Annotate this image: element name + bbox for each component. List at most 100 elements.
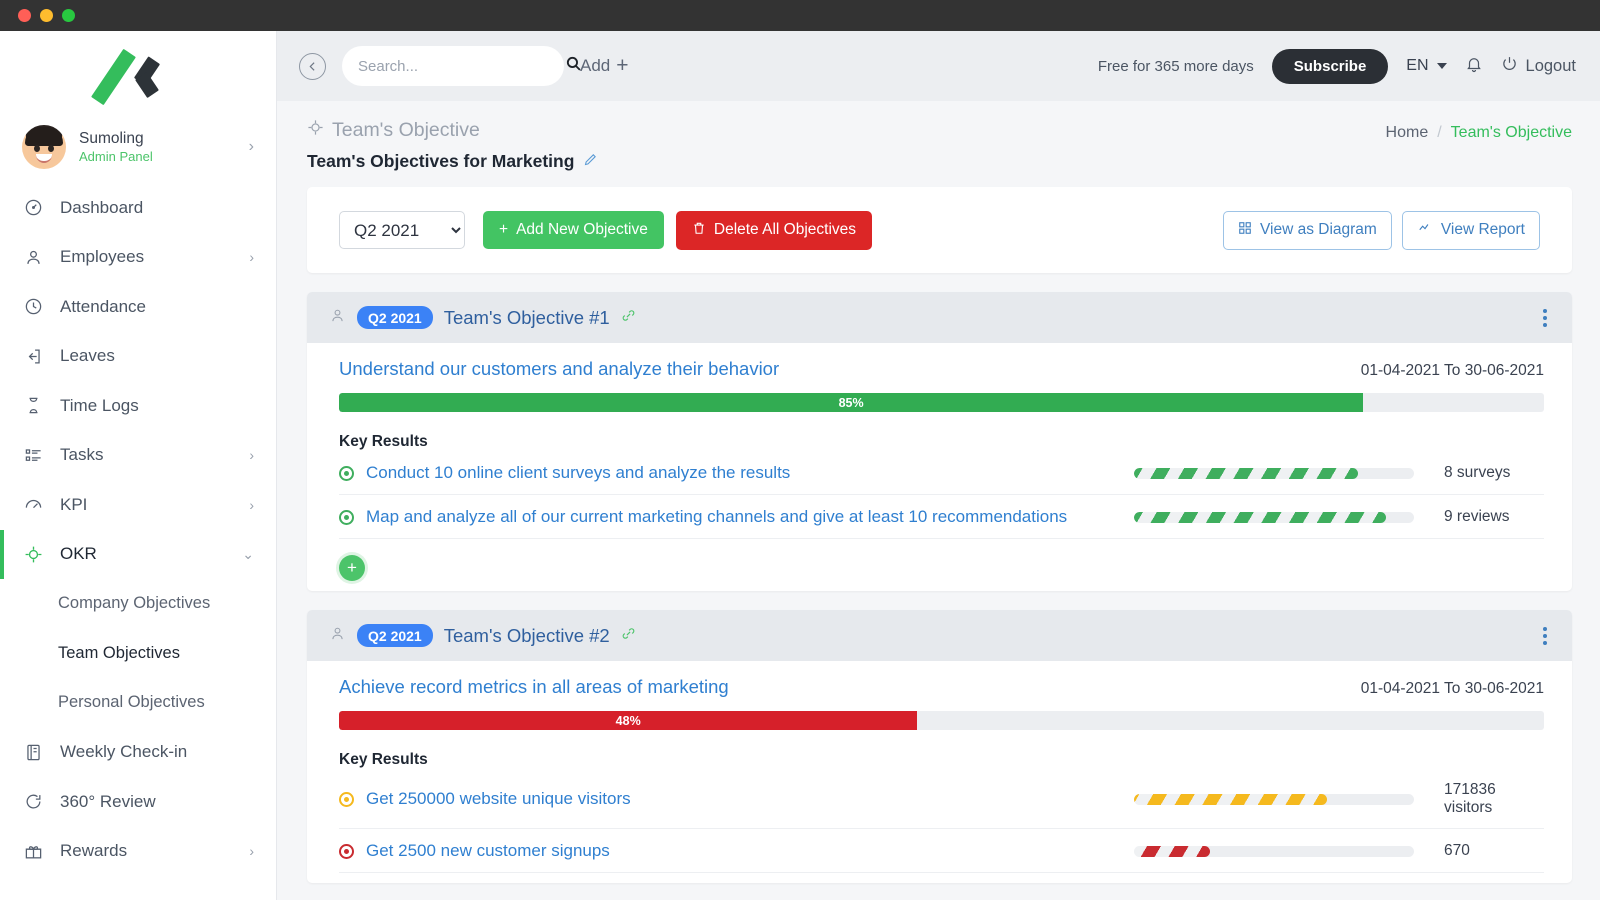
sidebar-item-label: Attendance <box>60 297 254 317</box>
add-new-objective-label: Add New Objective <box>516 221 648 239</box>
sidebar-item-time-logs[interactable]: Time Logs <box>0 381 276 431</box>
sidebar-item-employees[interactable]: Employees › <box>0 233 276 283</box>
language-selector[interactable]: EN <box>1406 57 1446 75</box>
search-input[interactable] <box>358 58 557 75</box>
window-titlebar <box>0 0 1600 31</box>
key-result-title[interactable]: Get 250000 website unique visitors <box>366 789 1122 809</box>
logout-button[interactable]: Logout <box>1501 55 1576 77</box>
main-content: Add + Free for 365 more days Subscribe E… <box>277 31 1600 900</box>
objective-title[interactable]: Understand our customers and analyze the… <box>339 358 1361 380</box>
gift-icon <box>22 842 44 861</box>
objective-card-body: Achieve record metrics in all areas of m… <box>307 661 1572 883</box>
breadcrumb-home[interactable]: Home <box>1386 124 1429 142</box>
sidebar-item-attendance[interactable]: Attendance <box>0 282 276 332</box>
link-icon[interactable] <box>621 626 636 645</box>
sidebar-item-weekly-checkin[interactable]: Weekly Check-in <box>0 728 276 778</box>
key-results-heading: Key Results <box>339 433 1544 451</box>
sidebar-item-rewards[interactable]: Rewards › <box>0 827 276 877</box>
page-title: Team's Objectives for Marketing <box>307 151 574 172</box>
key-result-row: Get 250000 website unique visitors 17183… <box>339 769 1544 829</box>
objective-progress-label: 48% <box>616 714 641 728</box>
gauge-icon <box>22 198 44 217</box>
key-result-title[interactable]: Conduct 10 online client surveys and ana… <box>366 463 1122 483</box>
objective-card-body: Understand our customers and analyze the… <box>307 343 1572 591</box>
sidebar-item-kpi[interactable]: KPI › <box>0 480 276 530</box>
avatar <box>22 125 66 169</box>
notebook-icon <box>22 743 44 762</box>
objective-card: Q2 2021 Team's Objective #2 Achieve reco… <box>307 610 1572 883</box>
key-result-progress-fill <box>1134 846 1210 857</box>
key-result-progress-fill <box>1134 794 1327 805</box>
sidebar-item-leaves[interactable]: Leaves <box>0 332 276 382</box>
key-result-title[interactable]: Map and analyze all of our current marke… <box>366 507 1122 527</box>
sidebar-subitem-team-objectives[interactable]: Team Objectives <box>0 629 276 679</box>
view-report-button[interactable]: View Report <box>1402 211 1540 250</box>
key-result-progress-bar <box>1134 512 1414 523</box>
sidebar-item-label: Rewards <box>60 841 233 861</box>
sidebar-item-dashboard[interactable]: Dashboard <box>0 183 276 233</box>
back-arrow-icon[interactable] <box>299 53 326 80</box>
profile-name: Sumoling <box>79 129 236 148</box>
objective-header-title[interactable]: Team's Objective #1 <box>444 307 610 329</box>
user-icon <box>22 248 44 267</box>
profile-role: Admin Panel <box>79 149 236 165</box>
breadcrumb: Home / Team's Objective <box>1386 119 1572 142</box>
bullseye-icon <box>339 466 354 481</box>
quarter-select[interactable]: Q2 2021 <box>339 211 465 249</box>
key-result-title[interactable]: Get 2500 new customer signups <box>366 841 1122 861</box>
key-result-value: 171836 visitors <box>1426 781 1544 817</box>
view-report-label: View Report <box>1441 221 1525 239</box>
trash-icon <box>692 221 706 240</box>
add-new-objective-button[interactable]: + Add New Objective <box>483 211 664 249</box>
add-key-result-button[interactable]: + <box>339 555 365 581</box>
plus-icon: + <box>616 54 628 78</box>
notification-bell-icon[interactable] <box>1465 55 1483 78</box>
chevron-right-icon: › <box>249 447 254 463</box>
chevron-down-icon: ⌄ <box>242 546 254 563</box>
objective-progress-bar: 48% <box>339 711 1544 730</box>
link-icon[interactable] <box>621 308 636 327</box>
chevron-right-icon: › <box>249 843 254 859</box>
chevron-right-icon: › <box>249 497 254 513</box>
close-window-button[interactable] <box>18 9 31 22</box>
chevron-right-icon: › <box>249 138 254 156</box>
sidebar-item-label: KPI <box>60 495 233 515</box>
profile-menu[interactable]: Sumoling Admin Panel › <box>0 117 276 177</box>
objective-title[interactable]: Achieve record metrics in all areas of m… <box>339 676 1361 698</box>
add-button-label: Add <box>580 56 610 76</box>
sidebar-subitem-personal-objectives[interactable]: Personal Objectives <box>0 678 276 728</box>
objective-progress-bar: 85% <box>339 393 1544 412</box>
bullseye-icon <box>339 792 354 807</box>
sidebar-item-okr[interactable]: OKR ⌄ <box>0 530 276 580</box>
add-button[interactable]: Add + <box>580 54 629 78</box>
minimize-window-button[interactable] <box>40 9 53 22</box>
objective-header-title[interactable]: Team's Objective #2 <box>444 625 610 647</box>
hourglass-icon <box>22 396 44 415</box>
objective-options-menu[interactable] <box>1536 624 1554 648</box>
sidebar-item-360-review[interactable]: 360° Review <box>0 777 276 827</box>
app-logo[interactable] <box>0 31 276 117</box>
sidebar-item-tasks[interactable]: Tasks › <box>0 431 276 481</box>
sidebar-item-label: Time Logs <box>60 396 254 416</box>
objective-dates: 01-04-2021 To 30-06-2021 <box>1361 362 1544 380</box>
trial-status-text: Free for 365 more days <box>1098 58 1254 75</box>
edit-pencil-icon[interactable] <box>583 152 598 171</box>
key-results-heading: Key Results <box>339 751 1544 769</box>
delete-all-objectives-button[interactable]: Delete All Objectives <box>676 211 872 250</box>
objective-options-menu[interactable] <box>1536 306 1554 330</box>
page-section-title-label: Team's Objective <box>332 119 480 142</box>
app-window: Sumoling Admin Panel › Dashboard <box>0 0 1600 900</box>
logout-label: Logout <box>1526 57 1576 76</box>
plus-icon: + <box>499 221 508 239</box>
quarter-badge: Q2 2021 <box>357 624 433 647</box>
objective-progress-fill: 85% <box>339 393 1363 412</box>
breadcrumb-current[interactable]: Team's Objective <box>1451 124 1572 142</box>
page-header: Team's Objective Team's Objectives for M… <box>277 101 1600 172</box>
sidebar-item-label: OKR <box>60 544 226 564</box>
view-as-diagram-button[interactable]: View as Diagram <box>1223 211 1392 250</box>
sidebar-subitem-company-objectives[interactable]: Company Objectives <box>0 579 276 629</box>
subscribe-button[interactable]: Subscribe <box>1272 49 1389 84</box>
maximize-window-button[interactable] <box>62 9 75 22</box>
key-result-progress-fill <box>1134 512 1386 523</box>
search-box[interactable] <box>342 46 564 86</box>
